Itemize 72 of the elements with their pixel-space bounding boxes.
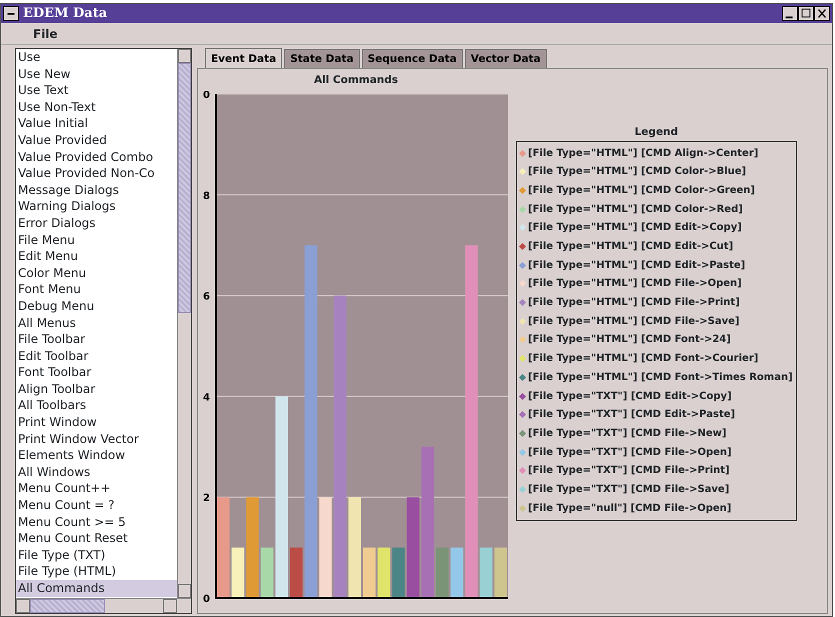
list-item[interactable]: All Toolbars: [16, 397, 177, 414]
list-item[interactable]: Menu Count >= 5: [16, 514, 177, 530]
list-item[interactable]: Menu Count Reset: [16, 530, 177, 547]
legend-label: [File Type="TXT"] [CMD File->Save]: [528, 482, 730, 497]
legend-label: [File Type="TXT"] [CMD File->Print]: [528, 464, 730, 478]
list-item[interactable]: Align Toolbar: [16, 380, 177, 398]
legend-label: [File Type="HTML"] [CMD Edit->Copy]: [528, 221, 742, 236]
legend-label: [File Type="HTML"] [CMD Color->Red]: [528, 202, 743, 217]
legend-label: [File Type="HTML"] [CMD Align->Center]: [528, 146, 758, 161]
window-menu-button[interactable]: [3, 6, 19, 21]
legend-label: [File Type="HTML"] [CMD Edit->Paste]: [528, 258, 746, 273]
list-item[interactable]: File Type (TXT): [16, 546, 177, 564]
close-button[interactable]: [814, 6, 830, 21]
legend-label: [File Type="null"] [CMD File->Open]: [528, 502, 732, 516]
list-item[interactable]: Use New: [16, 66, 177, 82]
minimize-button[interactable]: [782, 6, 798, 21]
axis-tick-label: 6: [203, 292, 210, 303]
list-item[interactable]: Use Text: [16, 82, 177, 99]
window-title: EDEM Data: [23, 4, 108, 23]
tab[interactable]: Event Data: [205, 48, 282, 68]
list-item[interactable]: Edit Toolbar: [16, 348, 177, 364]
legend-label: [File Type="HTML"] [CMD Font->24]: [528, 333, 731, 348]
list-item[interactable]: Use Non-Text: [16, 98, 177, 116]
axis-tick-label: 4: [203, 392, 210, 404]
list-item[interactable]: Value Provided Non-Co: [16, 165, 177, 182]
list-item[interactable]: Value Provided Combo: [16, 148, 177, 166]
list-item[interactable]: Menu Count = ?: [16, 497, 177, 514]
axis-tick-label: 2: [203, 493, 210, 504]
list-item[interactable]: All Menus: [16, 314, 177, 332]
legend-label: [File Type="HTML"] [CMD Font->Courier]: [528, 352, 758, 366]
list-item[interactable]: Value Provided: [16, 132, 177, 149]
legend-label: [File Type="TXT"] [CMD File->Open]: [528, 446, 732, 460]
legend-label: [File Type="HTML"] [CMD File->Save]: [528, 314, 740, 329]
list-item[interactable]: Print Window Vector: [16, 430, 177, 448]
list-item[interactable]: Menu Count++: [16, 480, 177, 498]
axis-tick-label: 8: [203, 190, 210, 202]
legend-label: [File Type="HTML"] [CMD File->Print]: [528, 296, 740, 310]
list-item[interactable]: Edit Menu: [16, 248, 177, 265]
legend-label: [File Type="TXT"] [CMD File->New]: [528, 426, 726, 441]
list-item[interactable]: All Windows: [16, 464, 177, 480]
list-item[interactable]: File Menu: [16, 232, 177, 248]
list-item[interactable]: File Type (HTML): [16, 563, 177, 580]
list-item[interactable]: Debug Menu: [16, 298, 177, 314]
legend-label: [File Type="TXT"] [CMD Edit->Copy]: [528, 390, 732, 404]
legend-label: [File Type="TXT"] [CMD Edit->Paste]: [528, 408, 736, 422]
legend-title: Legend: [634, 125, 680, 140]
legend-label: [File Type="HTML"] [CMD Color->Green]: [528, 184, 755, 198]
menu-item[interactable]: File: [33, 24, 58, 42]
list-item[interactable]: Message Dialogs: [16, 182, 177, 198]
list-item[interactable]: Color Menu: [16, 264, 177, 282]
vertical-scrollbar[interactable]: [177, 49, 191, 598]
tab[interactable]: State Data: [284, 49, 360, 68]
maximize-button[interactable]: [798, 6, 814, 21]
list-item[interactable]: All Commands: [16, 580, 177, 597]
axis-tick-label: 0: [203, 594, 210, 605]
list-item[interactable]: Elements Window: [16, 447, 177, 464]
list-item[interactable]: Font Menu: [16, 281, 177, 298]
tab[interactable]: Vector Data: [464, 49, 547, 68]
legend-label: [File Type="HTML"] [CMD File->Open]: [528, 277, 742, 292]
list-item[interactable]: Print Window: [16, 414, 177, 431]
legend-label: [File Type="HTML"] [CMD Edit->Cut]: [528, 240, 734, 254]
list-item[interactable]: Font Toolbar: [16, 364, 177, 381]
list-item[interactable]: Use: [16, 49, 177, 66]
list-item[interactable]: Warning Dialogs: [16, 198, 177, 215]
list-item[interactable]: File Toolbar: [16, 331, 177, 348]
list-item[interactable]: Error Dialogs: [16, 214, 177, 232]
horizontal-scrollbar[interactable]: [16, 598, 191, 613]
legend-label: [File Type="HTML"] [CMD Font->Times Roman]: [528, 370, 793, 385]
tab[interactable]: Sequence Data: [362, 49, 463, 68]
chart-title: All Commands: [312, 73, 400, 88]
list-item[interactable]: Value Initial: [16, 115, 177, 132]
legend-label: [File Type="HTML"] [CMD Color->Blue]: [528, 165, 746, 180]
